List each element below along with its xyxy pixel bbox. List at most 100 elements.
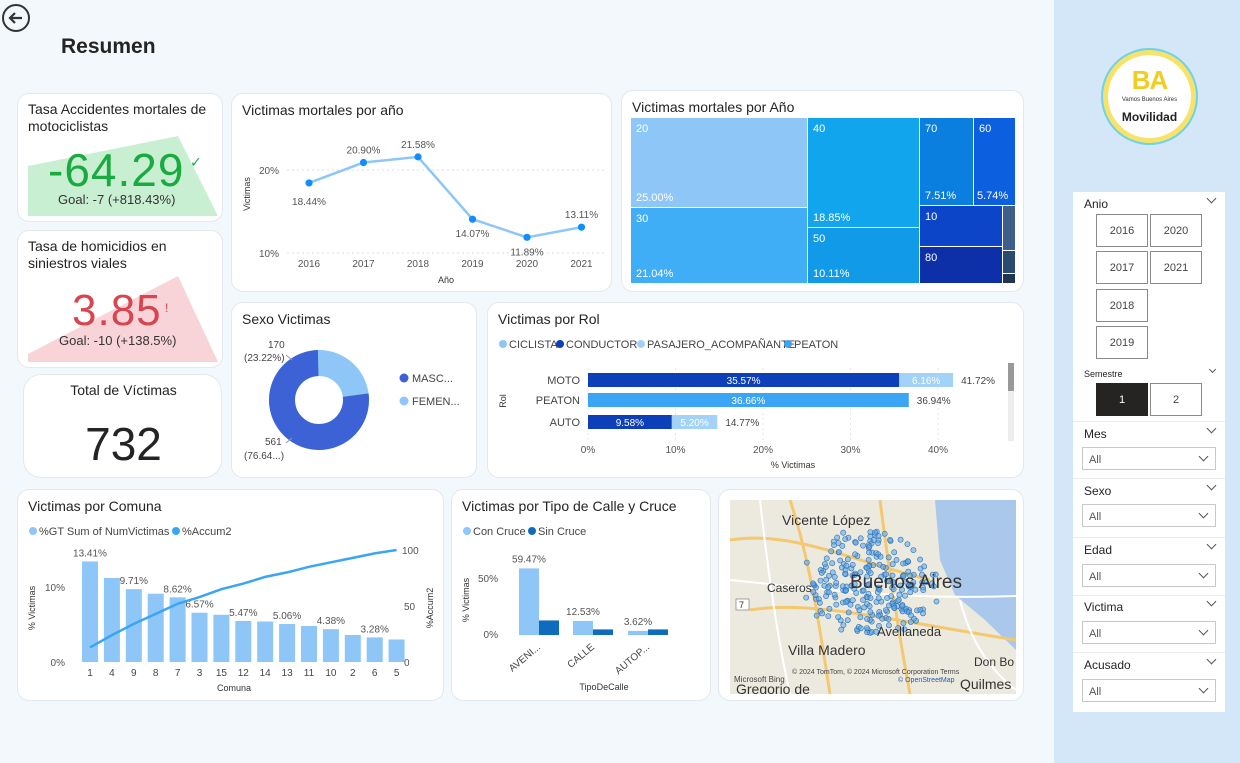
map-point[interactable] [860,542,866,549]
bar[interactable] [593,629,613,635]
bar[interactable] [519,568,539,635]
map-point[interactable] [834,534,841,541]
map-point[interactable] [860,597,866,603]
series-line[interactable] [308,155,582,239]
treemap-cell-40[interactable]: 40 18.85% [808,118,919,227]
map-point[interactable] [831,542,837,548]
legend-item[interactable]: PASAJERO_ACOMPAÑANTE [647,338,795,351]
map-point[interactable] [875,595,882,602]
year-button-2018[interactable]: 2018 [1096,289,1148,322]
legend-item[interactable]: %GT Sum of NumVictimas [39,526,170,538]
map-point[interactable] [893,557,900,563]
treemap-cell-30[interactable]: 30 21.04% [631,208,807,283]
chevron-down-icon[interactable] [1206,654,1217,665]
map-point[interactable] [908,612,914,619]
bar[interactable] [539,620,559,635]
map-point[interactable] [845,556,851,563]
semestre-button-2[interactable]: 2 [1150,383,1202,416]
map-point[interactable] [857,625,864,632]
semestre-button-1[interactable]: 1 [1096,383,1148,416]
map-point[interactable] [817,577,824,584]
map-point[interactable] [891,549,898,556]
map-point[interactable] [823,576,830,583]
map-point[interactable] [904,541,911,547]
map-point[interactable] [861,604,868,611]
data-point[interactable] [468,215,477,223]
map-point[interactable] [819,610,826,617]
map-point[interactable] [835,614,842,620]
edad-dropdown[interactable]: All [1082,564,1216,587]
chevron-down-icon[interactable] [1206,596,1217,607]
legend-item[interactable]: Con Cruce [473,526,526,538]
year-button-2021[interactable]: 2021 [1150,251,1202,284]
map-point[interactable] [829,560,836,567]
map-point[interactable] [839,543,846,549]
map-point[interactable] [877,553,884,560]
map-point[interactable] [831,591,838,598]
kpi-card-motociclistas[interactable]: Tasa Accidentes mortales de motociclista… [17,93,223,222]
back-button[interactable] [2,4,30,32]
treemap-cell-small[interactable] [1003,274,1015,283]
kpi-card-total[interactable]: Total de Víctimas 732 [23,374,222,478]
data-point[interactable] [359,158,368,167]
map-point[interactable] [864,616,870,622]
donut-chart-card[interactable]: Sexo Victimas 170 (23.22%) 561 (76.64...… [231,302,477,478]
map-point[interactable] [902,592,908,599]
map-point[interactable] [897,536,904,543]
chevron-down-icon[interactable] [1206,539,1217,550]
chevron-down-icon[interactable] [1206,423,1217,434]
victima-dropdown[interactable]: All [1082,621,1216,644]
scrollbar-thumb[interactable] [1008,363,1014,391]
map-point[interactable] [842,536,849,542]
year-button-2020[interactable]: 2020 [1150,214,1202,247]
map-point[interactable] [895,597,902,603]
bar[interactable] [213,614,230,662]
bar[interactable] [191,612,208,662]
map-point[interactable] [816,599,823,606]
map-point[interactable] [843,562,850,569]
treemap-cell-70[interactable]: 70 7.51% [920,118,973,205]
map-point[interactable] [887,537,893,543]
year-button-2016[interactable]: 2016 [1096,214,1148,247]
kpi-card-homicidios[interactable]: Tasa de homicidios en siniestros viales … [17,230,223,368]
map[interactable]: Vicente López Caseros Buenos Aires Avell… [730,500,1016,694]
map-point[interactable] [837,557,844,564]
map-point[interactable] [847,601,854,608]
comuna-chart-card[interactable]: Victimas por Comuna %GT Sum of NumVictim… [17,489,444,701]
map-point[interactable] [863,625,870,632]
map-point[interactable] [857,614,864,621]
map-point[interactable] [840,529,847,536]
map-point[interactable] [836,549,842,555]
map-point[interactable] [865,557,872,563]
year-button-2019[interactable]: 2019 [1096,326,1148,359]
bar[interactable] [628,630,648,635]
map-point[interactable] [910,547,917,553]
data-point[interactable] [577,223,586,231]
data-point[interactable] [305,179,313,187]
bar[interactable] [279,624,296,662]
legend-item[interactable]: CONDUCTOR [566,339,637,351]
map-osm-link[interactable]: © OpenStreetMap [898,676,955,684]
treemap-card[interactable]: Victimas mortales por Año 20 25.00% 30 21.… [621,90,1024,292]
legend-item[interactable]: Sin Cruce [538,526,586,538]
map-point[interactable] [803,594,810,601]
map-point[interactable] [881,530,888,537]
map-point[interactable] [823,555,830,562]
legend-item[interactable]: PEATON [794,339,838,351]
map-point[interactable] [866,549,872,556]
map-point[interactable] [828,548,835,555]
chevron-down-icon[interactable] [1206,480,1217,491]
line-chart-card[interactable]: Victimas mortales por año 20% 10% Victim… [231,93,612,292]
bar[interactable] [344,635,361,662]
data-point[interactable] [414,153,422,161]
map-point[interactable] [882,607,889,613]
rol-bar-chart-card[interactable]: Victimas por Rol CICLISTA CONDUCTOR PASA… [487,302,1024,478]
map-point[interactable] [845,609,852,616]
chevron-down-icon[interactable] [1208,365,1217,374]
treemap-cell-50[interactable]: 50 10.11% [808,228,919,283]
map-point[interactable] [864,565,870,571]
map-point[interactable] [885,616,892,622]
map-point[interactable] [826,589,832,596]
map-point[interactable] [833,601,840,608]
map-point[interactable] [822,561,828,567]
